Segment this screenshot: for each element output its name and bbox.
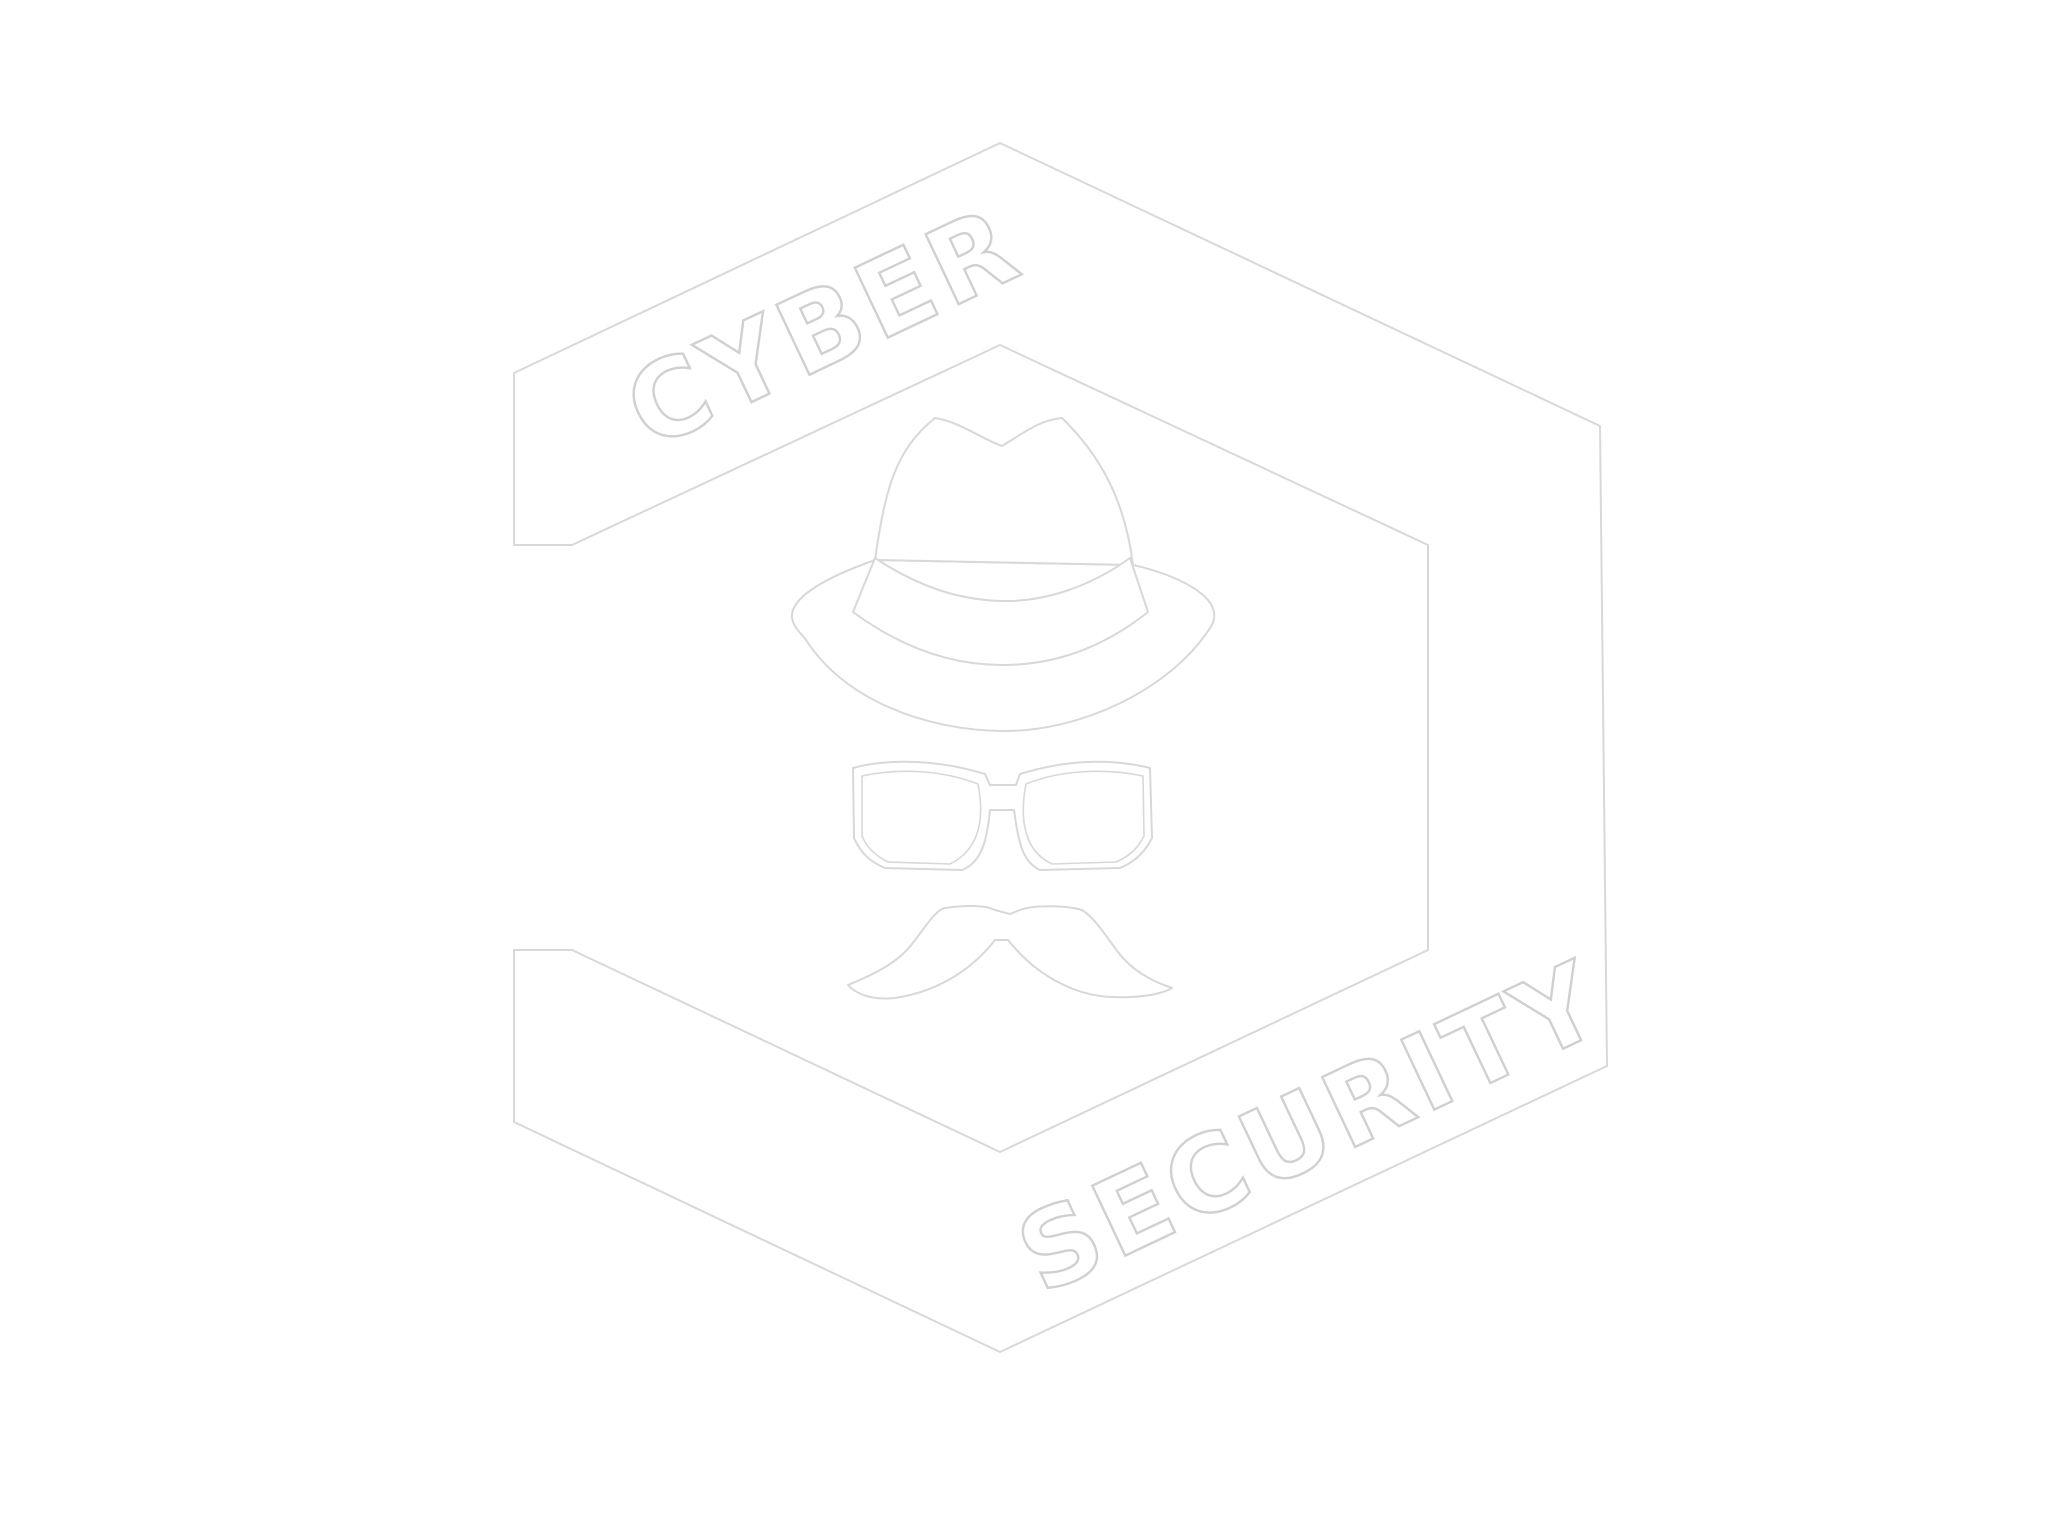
cyber-security-logo: CYBER SECURITY <box>513 142 1624 1353</box>
glasses-frame <box>852 760 1153 871</box>
spy-icon <box>790 417 1216 1000</box>
hat-crown <box>874 417 1134 566</box>
hexagon-badge-outline <box>513 142 1608 1353</box>
moustache <box>847 904 1173 1000</box>
